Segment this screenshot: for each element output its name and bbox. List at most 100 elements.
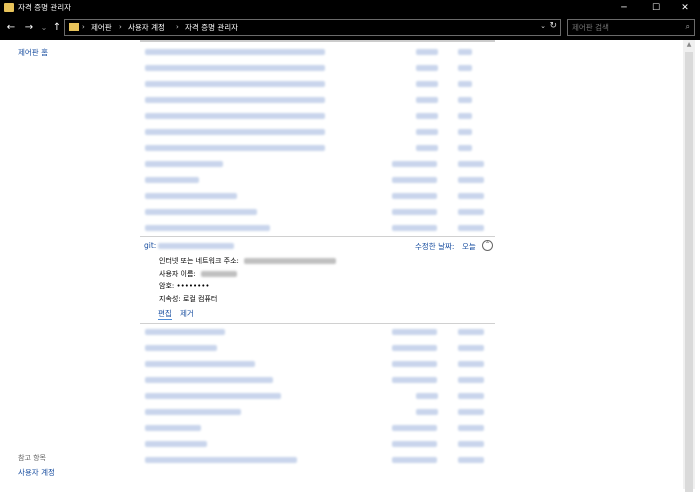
search-box[interactable]: ⌕ <box>567 19 695 36</box>
blurred-date <box>392 177 437 183</box>
divider <box>140 40 495 42</box>
blurred-modified <box>458 329 484 335</box>
blurred-date <box>392 361 437 367</box>
scroll-up-icon[interactable]: ▲ <box>683 41 695 48</box>
address-bar[interactable]: › 제어판 › 사용자 계정 › 자격 증명 관리자 ⌄ ↻ <box>64 19 561 36</box>
blurred-credential-name <box>145 209 257 215</box>
chevron-down-icon[interactable]: ⌄ <box>540 22 546 30</box>
credential-row[interactable] <box>140 124 495 140</box>
blurred-modified <box>458 409 484 415</box>
blurred-date <box>392 345 437 351</box>
breadcrumb-control-panel[interactable]: 제어판 <box>91 22 112 33</box>
credential-row[interactable] <box>140 156 495 172</box>
credential-row[interactable] <box>140 420 495 436</box>
blurred-credential-name <box>145 81 325 87</box>
credential-row[interactable] <box>140 108 495 124</box>
blurred-credential-name <box>145 49 325 55</box>
blurred-date <box>392 193 437 199</box>
blurred-date <box>392 377 437 383</box>
credential-row[interactable] <box>140 172 495 188</box>
blurred-date <box>416 81 438 87</box>
persistence-value: 로컬 컴퓨터 <box>182 295 218 303</box>
blurred-credential-name <box>145 377 273 383</box>
blurred-modified <box>458 193 484 199</box>
blurred-credential-name <box>145 65 325 71</box>
chevron-right-icon[interactable]: › <box>176 22 179 33</box>
credential-name[interactable]: git: <box>144 241 156 250</box>
blurred-modified <box>458 161 484 167</box>
credential-row[interactable] <box>140 204 495 220</box>
remove-link[interactable]: 제거 <box>180 308 194 319</box>
credential-row[interactable] <box>140 340 495 356</box>
control-panel-home-link[interactable]: 제어판 홈 <box>18 47 48 58</box>
blurred-date <box>392 161 437 167</box>
blurred-credential-name <box>145 457 297 463</box>
blurred-credential-name <box>145 425 201 431</box>
blurred-credential-name <box>145 129 325 135</box>
credential-row[interactable] <box>140 452 495 468</box>
credential-row[interactable] <box>140 324 495 340</box>
credential-row[interactable] <box>140 404 495 420</box>
edit-link[interactable]: 편집 <box>158 308 172 320</box>
breadcrumb-credential-manager[interactable]: 자격 증명 관리자 <box>185 22 238 33</box>
search-input[interactable] <box>572 22 672 33</box>
blurred-modified <box>458 49 472 55</box>
credential-row[interactable] <box>140 140 495 156</box>
blurred-credential-name <box>158 243 234 249</box>
see-also-heading: 참고 항목 <box>18 454 46 462</box>
maximize-button[interactable]: ☐ <box>641 0 671 16</box>
blurred-modified <box>458 361 484 367</box>
password-value: •••••••• <box>176 282 210 290</box>
blurred-credential-name <box>145 161 223 167</box>
credential-row[interactable] <box>140 92 495 108</box>
chevron-right-icon[interactable]: › <box>119 22 122 33</box>
credential-row[interactable] <box>140 188 495 204</box>
forward-arrow-icon[interactable]: → <box>23 21 35 35</box>
credential-list: git: 수정한 날짜: 오늘 ⌃ 인터넷 또는 네트워크 주소: 사용자 이름… <box>140 40 695 489</box>
vertical-scrollbar[interactable]: ▲ <box>683 40 695 492</box>
credential-row[interactable] <box>140 220 495 236</box>
address-detail: 인터넷 또는 네트워크 주소: <box>159 256 337 266</box>
blurred-modified <box>458 209 484 215</box>
blurred-date <box>416 65 438 71</box>
blurred-date <box>416 97 438 103</box>
credential-row[interactable] <box>140 388 495 404</box>
collapse-icon[interactable]: ⌃ <box>482 240 493 251</box>
credential-row[interactable] <box>140 60 495 76</box>
scrollbar-thumb[interactable] <box>685 52 693 492</box>
username-detail: 사용자 이름: <box>159 269 238 279</box>
close-button[interactable]: ✕ <box>670 0 700 16</box>
password-label: 암호: <box>159 282 175 290</box>
modified-label: 수정한 날짜: <box>415 242 455 251</box>
blurred-date <box>392 225 437 231</box>
user-accounts-link[interactable]: 사용자 계정 <box>18 467 55 478</box>
credential-row[interactable] <box>140 44 495 60</box>
blurred-credential-name <box>145 97 325 103</box>
password-detail: 암호: •••••••• <box>159 281 210 291</box>
refresh-icon[interactable]: ↻ <box>549 21 557 31</box>
minimize-button[interactable]: ─ <box>609 0 639 16</box>
chevron-right-icon[interactable]: › <box>82 22 85 33</box>
blurred-date <box>416 409 438 415</box>
blurred-modified <box>458 129 472 135</box>
blurred-date <box>392 329 437 335</box>
blurred-modified <box>458 457 484 463</box>
blurred-modified <box>458 441 484 447</box>
credential-row[interactable] <box>140 76 495 92</box>
blurred-credential-name <box>145 225 270 231</box>
recent-locations-icon[interactable]: ⌄ <box>38 21 50 35</box>
breadcrumb-user-accounts[interactable]: 사용자 계정 <box>128 22 165 33</box>
persistence-label: 지속성: <box>159 295 181 303</box>
back-arrow-icon[interactable]: ← <box>5 21 17 35</box>
credential-row[interactable] <box>140 436 495 452</box>
blurred-credential-name <box>145 393 281 399</box>
up-arrow-icon[interactable]: ↑ <box>51 21 63 35</box>
credential-row[interactable] <box>140 372 495 388</box>
blurred-credential-name <box>145 409 241 415</box>
blurred-address <box>244 258 337 264</box>
address-label: 인터넷 또는 네트워크 주소: <box>159 257 239 265</box>
credential-row[interactable] <box>140 356 495 372</box>
blurred-date <box>416 49 438 55</box>
blurred-modified <box>458 97 472 103</box>
blurred-credential-name <box>145 441 207 447</box>
